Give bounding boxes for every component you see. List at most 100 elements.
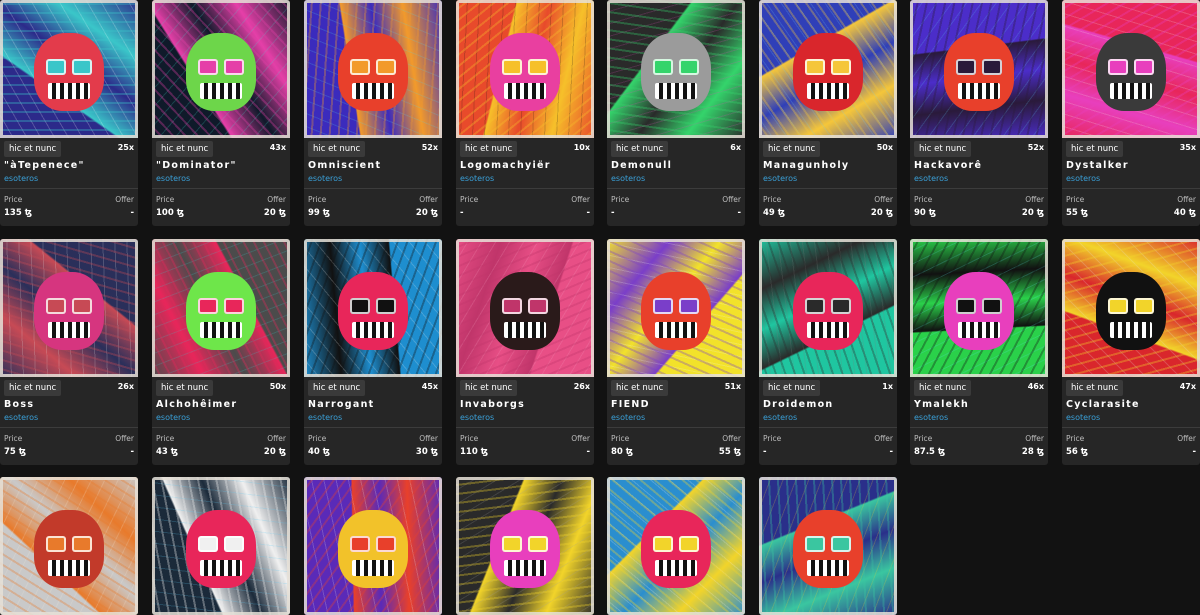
nft-title[interactable]: Dystalker: [1066, 160, 1196, 171]
offer-label: Offer: [1025, 434, 1044, 443]
artist-link[interactable]: esoteros: [4, 174, 38, 183]
artwork-eye: [72, 58, 92, 75]
nft-artwork-image[interactable]: [0, 0, 138, 138]
nft-title[interactable]: FIEND: [611, 399, 741, 410]
nft-artwork-image[interactable]: [152, 477, 290, 615]
artist-link[interactable]: esoteros: [460, 413, 494, 422]
nft-artwork-image[interactable]: [1062, 0, 1200, 138]
nft-artwork-image[interactable]: [304, 0, 442, 138]
nft-card[interactable]: hic et nunc 50x Alchohêimer esoteros Price Of…: [152, 239, 290, 465]
platform-badge[interactable]: hic et nunc: [156, 380, 214, 396]
nft-artwork-image[interactable]: [910, 0, 1048, 138]
artist-link[interactable]: esoteros: [156, 174, 190, 183]
nft-title[interactable]: Logomachyiër: [460, 160, 590, 171]
nft-card[interactable]: hic et nunc 51x FIEND esoteros Price Offer 80 …: [607, 239, 745, 465]
nft-card[interactable]: hic et nunc 10x Logomachyiër esoteros Price O…: [456, 0, 594, 226]
nft-title[interactable]: Alchohêimer: [156, 399, 286, 410]
nft-card[interactable]: [607, 477, 745, 615]
nft-title[interactable]: Hackavorê: [914, 160, 1044, 171]
nft-card[interactable]: hic et nunc 45x Narrogant esoteros Price Offe…: [304, 239, 442, 465]
platform-badge[interactable]: hic et nunc: [4, 380, 62, 396]
nft-title[interactable]: Narrogant: [308, 399, 438, 410]
platform-badge[interactable]: hic et nunc: [914, 141, 972, 157]
platform-badge[interactable]: hic et nunc: [763, 380, 821, 396]
artist-link[interactable]: esoteros: [611, 413, 645, 422]
nft-artwork-image[interactable]: [607, 0, 745, 138]
nft-card[interactable]: [0, 477, 138, 615]
nft-title[interactable]: Cyclarasite: [1066, 399, 1196, 410]
nft-artwork-image[interactable]: [0, 239, 138, 377]
offer-value: 20 ꜩ: [263, 208, 286, 218]
nft-artwork-image[interactable]: [607, 239, 745, 377]
nft-card[interactable]: hic et nunc 35x Dystalker esoteros Price Offe…: [1062, 0, 1200, 226]
nft-artwork-image[interactable]: [456, 0, 594, 138]
artist-link[interactable]: esoteros: [156, 413, 190, 422]
nft-title[interactable]: "àTepenece": [4, 160, 134, 171]
artist-link[interactable]: esoteros: [308, 174, 342, 183]
nft-title[interactable]: Managunholy: [763, 160, 893, 171]
artist-link[interactable]: esoteros: [914, 174, 948, 183]
artist-link[interactable]: esoteros: [1066, 174, 1100, 183]
platform-badge[interactable]: hic et nunc: [460, 141, 518, 157]
platform-badge[interactable]: hic et nunc: [914, 380, 972, 396]
artist-link[interactable]: esoteros: [763, 174, 797, 183]
artist-link[interactable]: esoteros: [308, 413, 342, 422]
platform-badge[interactable]: hic et nunc: [1066, 380, 1124, 396]
nft-artwork-image[interactable]: [304, 477, 442, 615]
artist-link[interactable]: esoteros: [763, 413, 797, 422]
platform-badge[interactable]: hic et nunc: [460, 380, 518, 396]
nft-card[interactable]: hic et nunc 6x Demonull esoteros Price Offer -…: [607, 0, 745, 226]
nft-artwork-image[interactable]: [910, 239, 1048, 377]
nft-card[interactable]: [759, 477, 897, 615]
platform-badge[interactable]: hic et nunc: [308, 380, 366, 396]
platform-badge[interactable]: hic et nunc: [611, 380, 669, 396]
nft-artwork-image[interactable]: [759, 239, 897, 377]
artwork-eye: [528, 58, 548, 75]
platform-badge[interactable]: hic et nunc: [308, 141, 366, 157]
nft-artwork-image[interactable]: [456, 239, 594, 377]
nft-card[interactable]: hic et nunc 52x Omniscient esoteros Price Off…: [304, 0, 442, 226]
nft-title[interactable]: Omniscient: [308, 160, 438, 171]
artwork-teeth: [352, 82, 394, 99]
nft-artwork-image[interactable]: [456, 477, 594, 615]
nft-artwork-image[interactable]: [759, 477, 897, 615]
nft-artwork-image[interactable]: [152, 0, 290, 138]
artist-link[interactable]: esoteros: [611, 174, 645, 183]
nft-card[interactable]: hic et nunc 52x Hackavorê esoteros Price Offe…: [910, 0, 1048, 226]
nft-artwork-image[interactable]: [152, 239, 290, 377]
nft-card[interactable]: hic et nunc 50x Managunholy esoteros Price Of…: [759, 0, 897, 226]
nft-card[interactable]: [304, 477, 442, 615]
platform-badge[interactable]: hic et nunc: [156, 141, 214, 157]
platform-badge[interactable]: hic et nunc: [4, 141, 62, 157]
nft-artwork-image[interactable]: [607, 477, 745, 615]
nft-artwork-image[interactable]: [304, 239, 442, 377]
nft-artwork-image[interactable]: [0, 477, 138, 615]
nft-card[interactable]: [152, 477, 290, 615]
price-label: Price: [460, 195, 479, 204]
nft-title[interactable]: Invaborgs: [460, 399, 590, 410]
platform-badge[interactable]: hic et nunc: [611, 141, 669, 157]
artist-link[interactable]: esoteros: [914, 413, 948, 422]
nft-title[interactable]: Ÿmalekh: [914, 399, 1044, 410]
nft-title[interactable]: Boss: [4, 399, 134, 410]
artist-link[interactable]: esoteros: [460, 174, 494, 183]
nft-card[interactable]: hic et nunc 25x "àTepenece" esoteros Price Of…: [0, 0, 138, 226]
nft-artwork-image[interactable]: [759, 0, 897, 138]
nft-card[interactable]: [456, 477, 594, 615]
artwork-teeth: [200, 82, 242, 99]
platform-badge[interactable]: hic et nunc: [1066, 141, 1124, 157]
artist-link[interactable]: esoteros: [4, 413, 38, 422]
nft-card[interactable]: hic et nunc 46x Ÿmalekh esoteros Price Offer 8…: [910, 239, 1048, 465]
nft-card[interactable]: hic et nunc 43x "Dominator" esoteros Price Of…: [152, 0, 290, 226]
artist-link[interactable]: esoteros: [1066, 413, 1100, 422]
artwork-face: [34, 271, 104, 350]
nft-title[interactable]: Demonull: [611, 160, 741, 171]
platform-badge[interactable]: hic et nunc: [763, 141, 821, 157]
nft-card[interactable]: hic et nunc 26x Invaborgs esoteros Price Offe…: [456, 239, 594, 465]
nft-card[interactable]: hic et nunc 26x Boss esoteros Price Offer 75 ꜩ…: [0, 239, 138, 465]
nft-artwork-image[interactable]: [1062, 239, 1200, 377]
nft-title[interactable]: Droidemon: [763, 399, 893, 410]
nft-card[interactable]: hic et nunc 47x Cyclarasite esoteros Price Of…: [1062, 239, 1200, 465]
nft-title[interactable]: "Dominator": [156, 160, 286, 171]
nft-card[interactable]: hic et nunc 1x Droidemon esoteros Price Offer…: [759, 239, 897, 465]
